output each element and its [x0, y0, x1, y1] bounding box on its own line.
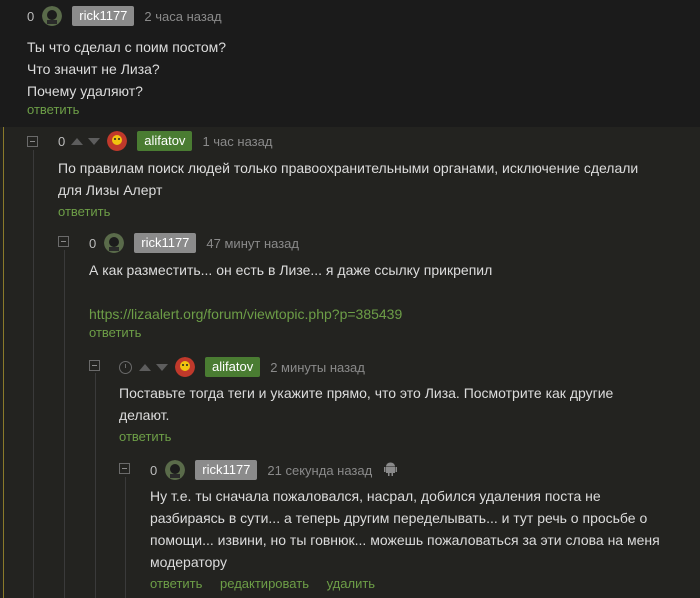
- comment-line: модератору: [150, 554, 227, 570]
- comment-1: 0 rick1177 2 часа назад Ты что сделал с …: [27, 4, 687, 117]
- downvote-icon[interactable]: [88, 137, 101, 145]
- forum-link[interactable]: https://lizaalert.org/forum/viewtopic.ph…: [89, 306, 402, 322]
- comment-line: делают.: [119, 407, 170, 423]
- comment-actions: ответить: [58, 204, 698, 219]
- avatar[interactable]: [175, 357, 195, 377]
- reply-link[interactable]: ответить: [119, 429, 171, 444]
- comment-time[interactable]: 1 час назад: [202, 134, 272, 149]
- comment-time[interactable]: 47 минут назад: [206, 236, 299, 251]
- author-nick[interactable]: alifatov: [205, 357, 261, 377]
- comment-line: Поставьте тогда теги и укажите прямо, чт…: [119, 385, 614, 401]
- android-icon: [384, 462, 398, 479]
- comment-time[interactable]: 2 минуты назад: [270, 360, 365, 375]
- thread-line-4[interactable]: [95, 373, 96, 598]
- comment-line: для Лизы Алерт: [58, 182, 163, 198]
- reply-link[interactable]: ответить: [89, 325, 141, 340]
- comment-line: помощи... извини, но ты говнюк... можешь…: [150, 532, 660, 548]
- comment-5: 0 rick1177 21 секунда назад Ну т.е. ты с…: [150, 458, 695, 591]
- comment-line: А как разместить... он есть в Лизе... я …: [89, 262, 493, 278]
- comment-rating: 0: [150, 462, 158, 478]
- comment-actions: ответить: [89, 325, 694, 340]
- reply-link[interactable]: ответить: [58, 204, 110, 219]
- comment-header: 0 alifatov 1 час назад: [58, 129, 698, 153]
- comment-header: 0 rick1177 2 часа назад: [27, 4, 687, 28]
- collapse-button[interactable]: [89, 360, 100, 371]
- collapse-button[interactable]: [58, 236, 69, 247]
- collapse-button[interactable]: [27, 136, 38, 147]
- avatar[interactable]: [104, 233, 125, 253]
- comment-header: 0 rick1177 21 секунда назад: [150, 458, 695, 482]
- comment-line: По правилам поиск людей только правоохра…: [58, 160, 639, 176]
- comment-line: Почему удаляют?: [27, 83, 143, 99]
- comment-body: А как разместить... он есть в Лизе... я …: [89, 259, 694, 325]
- comment-line: Ну т.е. ты сначала пожаловался, насрал, …: [150, 488, 601, 504]
- delete-link[interactable]: удалить: [327, 576, 375, 591]
- comment-line: разбираясь в сути... а теперь другим пер…: [150, 510, 648, 526]
- comment-rating: 0: [58, 133, 66, 149]
- avatar[interactable]: [165, 460, 186, 480]
- comment-time[interactable]: 2 часа назад: [144, 9, 221, 24]
- author-nick[interactable]: alifatov: [137, 131, 193, 151]
- comment-actions: ответить редактировать удалить: [150, 576, 695, 591]
- author-nick[interactable]: rick1177: [195, 460, 258, 480]
- comment-body: По правилам поиск людей только правоохра…: [58, 157, 698, 201]
- comment-2: 0 alifatov 1 час назад По правилам поиск…: [58, 129, 698, 219]
- comment-actions: ответить: [119, 429, 694, 444]
- comment-header: 0 rick1177 47 минут назад: [89, 231, 694, 255]
- avatar[interactable]: [107, 131, 128, 151]
- thread-line-5[interactable]: [125, 477, 126, 598]
- comment-actions: ответить: [27, 102, 687, 117]
- comment-body: Ну т.е. ты сначала пожаловался, насрал, …: [150, 485, 695, 573]
- thread-line-1[interactable]: [3, 127, 4, 598]
- author-nick[interactable]: rick1177: [134, 233, 197, 253]
- comment-line: Ты что сделал с поим постом?: [27, 39, 227, 55]
- comment-line: Что значит не Лиза?: [27, 61, 160, 77]
- thread-line-2[interactable]: [33, 150, 34, 598]
- avatar[interactable]: [42, 6, 63, 26]
- reply-link[interactable]: ответить: [27, 102, 79, 117]
- clock-icon: [119, 360, 132, 374]
- comment-rating: 0: [27, 8, 35, 24]
- thread-line-3[interactable]: [64, 250, 65, 598]
- author-nick[interactable]: rick1177: [72, 6, 135, 26]
- upvote-icon[interactable]: [139, 363, 151, 371]
- comment-3: 0 rick1177 47 минут назад А как размести…: [89, 231, 694, 340]
- edit-link[interactable]: редактировать: [220, 576, 309, 591]
- comment-body: Поставьте тогда теги и укажите прямо, чт…: [119, 382, 694, 426]
- comment-body: Ты что сделал с поим постом? Что значит …: [27, 36, 687, 102]
- collapse-button[interactable]: [119, 463, 130, 474]
- downvote-icon[interactable]: [156, 363, 168, 371]
- comment-header: alifatov 2 минуты назад: [119, 355, 694, 379]
- comment-time[interactable]: 21 секунда назад: [267, 463, 372, 478]
- reply-link[interactable]: ответить: [150, 576, 202, 591]
- comment-4: alifatov 2 минуты назад Поставьте тогда …: [119, 355, 694, 444]
- comment-rating: 0: [89, 235, 97, 251]
- upvote-icon[interactable]: [71, 137, 84, 145]
